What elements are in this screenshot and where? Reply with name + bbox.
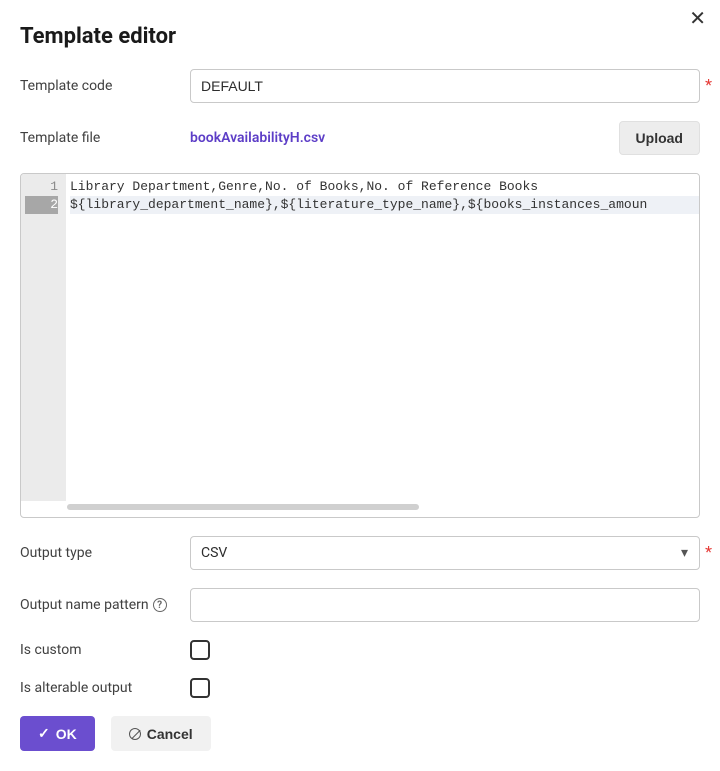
output-name-pattern-label-wrap: Output name pattern ? bbox=[20, 597, 190, 613]
output-type-select[interactable]: CSV bbox=[190, 536, 700, 570]
is-custom-row: Is custom bbox=[20, 640, 700, 660]
template-code-label: Template code bbox=[20, 78, 190, 94]
code-line: ${library_department_name},${literature_… bbox=[70, 196, 699, 214]
required-star-icon: * bbox=[705, 542, 712, 561]
is-custom-checkbox[interactable] bbox=[190, 640, 210, 660]
output-type-row: Output type CSV ▾ * bbox=[20, 536, 700, 570]
ok-button-label: OK bbox=[56, 726, 77, 742]
line-number: 2 bbox=[25, 196, 58, 214]
is-alterable-output-label: Is alterable output bbox=[20, 680, 190, 696]
help-icon[interactable]: ? bbox=[153, 598, 167, 612]
check-icon bbox=[38, 725, 50, 742]
cancel-button-label: Cancel bbox=[147, 726, 193, 742]
code-editor[interactable]: 1 2 Library Department,Genre,No. of Book… bbox=[21, 174, 699, 501]
template-code-row: Template code * bbox=[20, 69, 700, 103]
cancel-button[interactable]: Cancel bbox=[111, 716, 211, 751]
is-alterable-output-checkbox[interactable] bbox=[190, 678, 210, 698]
code-content[interactable]: Library Department,Genre,No. of Books,No… bbox=[66, 174, 699, 501]
code-line: Library Department,Genre,No. of Books,No… bbox=[70, 178, 699, 196]
dialog-actions: OK Cancel bbox=[20, 716, 700, 751]
close-icon[interactable]: ✕ bbox=[689, 8, 706, 28]
template-file-link[interactable]: bookAvailabilityH.csv bbox=[190, 130, 619, 146]
output-name-pattern-row: Output name pattern ? bbox=[20, 588, 700, 622]
upload-button[interactable]: Upload bbox=[619, 121, 700, 155]
code-editor-panel: 1 2 Library Department,Genre,No. of Book… bbox=[20, 173, 700, 518]
template-file-label: Template file bbox=[20, 130, 190, 146]
template-editor-dialog: ✕ Template editor Template code * Templa… bbox=[0, 0, 720, 771]
output-type-label: Output type bbox=[20, 545, 190, 561]
line-number: 1 bbox=[25, 178, 58, 196]
horizontal-scrollbar[interactable] bbox=[67, 501, 653, 513]
output-type-select-wrap: CSV ▾ bbox=[190, 536, 700, 570]
dialog-title: Template editor bbox=[20, 24, 700, 49]
code-gutter: 1 2 bbox=[21, 174, 66, 501]
template-code-input[interactable] bbox=[190, 69, 700, 103]
cancel-icon bbox=[129, 728, 141, 740]
template-file-row: Template file bookAvailabilityH.csv Uplo… bbox=[20, 121, 700, 155]
ok-button[interactable]: OK bbox=[20, 716, 95, 751]
is-alterable-output-row: Is alterable output bbox=[20, 678, 700, 698]
is-custom-label: Is custom bbox=[20, 642, 190, 658]
output-name-pattern-label: Output name pattern bbox=[20, 597, 149, 613]
required-star-icon: * bbox=[705, 75, 712, 94]
scrollbar-thumb[interactable] bbox=[67, 504, 419, 510]
output-name-pattern-input[interactable] bbox=[190, 588, 700, 622]
